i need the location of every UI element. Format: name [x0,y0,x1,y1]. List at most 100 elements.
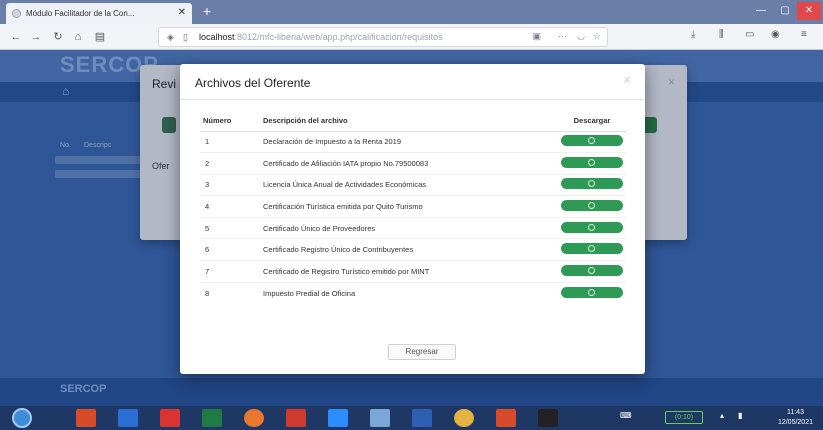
menu-icon[interactable]: ≡ [801,29,807,40]
tab-close-icon[interactable]: ✕ [178,7,186,18]
download-button[interactable] [561,135,623,147]
table-row: 8 Impuesto Predial de Oficina [200,281,626,304]
download-icon[interactable]: ⤓ [691,29,695,40]
download-button[interactable] [561,243,623,255]
url-path: :8012/mfc-liberia/web/app.php/calificaci… [234,32,443,42]
terminal-icon[interactable] [538,409,558,427]
table-row: 3 Licencia Única Anual de Actividades Eco… [200,173,626,196]
chrome-icon[interactable] [454,409,474,427]
cell-descargar [558,281,626,304]
internet-explorer-icon[interactable] [118,409,138,427]
window-close-icon[interactable]: ✕ [797,2,821,20]
eye-icon [588,202,595,210]
table-row: 6 Certificado Registro Único de Contribuy… [200,238,626,261]
print-icon[interactable]: ▤ [92,29,108,45]
cell-numero: 8 [200,281,260,304]
cell-numero: 7 [200,260,260,283]
account-icon[interactable]: ◉ [771,29,780,40]
cell-descripcion: Certificación Turística emitida por Quit… [260,195,558,218]
download-button[interactable] [561,286,623,298]
minimize-icon[interactable]: — [749,2,773,20]
browser-toolbar-right: ⤓ ⫼ ▭ ◉ ≡ [683,29,823,45]
cell-descargar [558,260,626,283]
sidebar-icon[interactable]: ▭ [745,29,754,40]
start-button-icon[interactable] [12,408,32,428]
download-button[interactable] [561,221,623,233]
cell-descripcion: Certificado de Registro Turístico emitid… [260,260,558,283]
maximize-icon[interactable]: ▢ [773,2,797,20]
office-icon[interactable] [496,409,516,427]
site-favicon-icon [12,9,21,18]
outlook-icon[interactable] [76,409,96,427]
download-button[interactable] [561,264,623,276]
eye-icon [588,288,595,296]
home-icon[interactable]: ⌂ [70,29,86,45]
download-button[interactable] [561,156,623,168]
clock-time: 11:43 [786,409,804,416]
back-icon[interactable]: ← [8,29,24,45]
cell-descripcion: Certificado Único de Proveedores [260,216,558,239]
cell-numero: 6 [200,238,260,261]
eye-icon [588,223,595,231]
url-bar[interactable]: ◈ ▯ localhost:8012/mfc-liberia/web/app.p… [158,27,608,47]
bookmark-star-icon[interactable]: ☆ [593,31,601,42]
cell-numero: 2 [200,152,260,175]
modal-title: Archivos del Oferente [195,76,311,90]
cell-descargar [558,130,626,153]
cell-descargar [558,152,626,175]
page-icon: ▯ [183,32,188,42]
cell-descargar [558,238,626,261]
browser-nav-bar: ← → ↻ ⌂ ▤ ◈ ▯ localhost:8012/mfc-liberia… [0,24,823,50]
reload-icon[interactable]: ↻ [50,29,66,45]
media-player-icon[interactable] [286,409,306,427]
windows-taskbar: ⌨ (0:10) ▴ ▮ 11:43 12/05/2021 [0,406,823,430]
regresar-button[interactable]: Regresar [388,344,456,360]
files-table: Número Descripción del archivo Descargar… [200,111,626,304]
library-icon[interactable]: ⫼ [719,29,724,40]
browser-tab[interactable]: Módulo Facilitador de la Con... ✕ [6,3,192,24]
photos-icon[interactable] [370,409,390,427]
word-icon[interactable] [412,409,432,427]
clock-date: 12/05/2021 [777,419,813,426]
reader-view-icon[interactable]: ▣ [532,31,541,42]
battery-indicator[interactable]: (0:10) [665,411,703,424]
cell-descripcion: Licencia Única Anual de Actividades Econ… [260,173,558,196]
zoom-icon[interactable] [328,409,348,427]
cell-numero: 3 [200,173,260,196]
modal-close-icon[interactable]: × [623,72,631,87]
table-header-row: Número Descripción del archivo Descargar [200,111,626,132]
firefox-icon[interactable] [244,409,264,427]
eye-icon [588,137,595,145]
cell-descargar [558,216,626,239]
keyboard-icon[interactable]: ⌨ [620,411,632,420]
excel-icon[interactable] [202,409,222,427]
download-button[interactable] [561,178,623,190]
cell-descargar [558,173,626,196]
archivos-modal: Archivos del Oferente × Número Descripci… [180,64,645,374]
new-tab-icon[interactable]: + [198,2,216,20]
cell-numero: 5 [200,216,260,239]
cell-descripcion: Impuesto Predial de Oficina [260,281,558,304]
eye-icon [588,245,595,253]
download-button[interactable] [561,200,623,212]
eye-icon [588,266,595,274]
cell-numero: 4 [200,195,260,218]
column-numero: Número [200,111,260,132]
tray-arrow-icon[interactable]: ▴ [720,411,724,420]
acrobat-icon[interactable] [160,409,180,427]
page-actions-icon[interactable]: ··· [558,31,567,41]
eye-icon [588,180,595,188]
cell-descripcion: Certificado de Afiliación IATA propio No… [260,152,558,175]
cell-numero: 1 [200,130,260,153]
table-row: 2 Certificado de Afiliación IATA propio N… [200,152,626,175]
table-row: 1 Declaración de Impuesto a la Renta 2019 [200,130,626,153]
signal-icon[interactable]: ▮ [738,411,742,420]
system-clock[interactable]: 11:43 12/05/2021 [778,408,813,428]
cell-descargar [558,195,626,218]
modal-divider [180,99,645,100]
cell-descripcion: Declaración de Impuesto a la Renta 2019 [260,130,558,153]
forward-icon[interactable]: → [28,29,44,45]
tab-title: Módulo Facilitador de la Con... [26,9,135,18]
column-descargar: Descargar [558,111,626,132]
pocket-icon[interactable]: ◡ [577,31,585,42]
